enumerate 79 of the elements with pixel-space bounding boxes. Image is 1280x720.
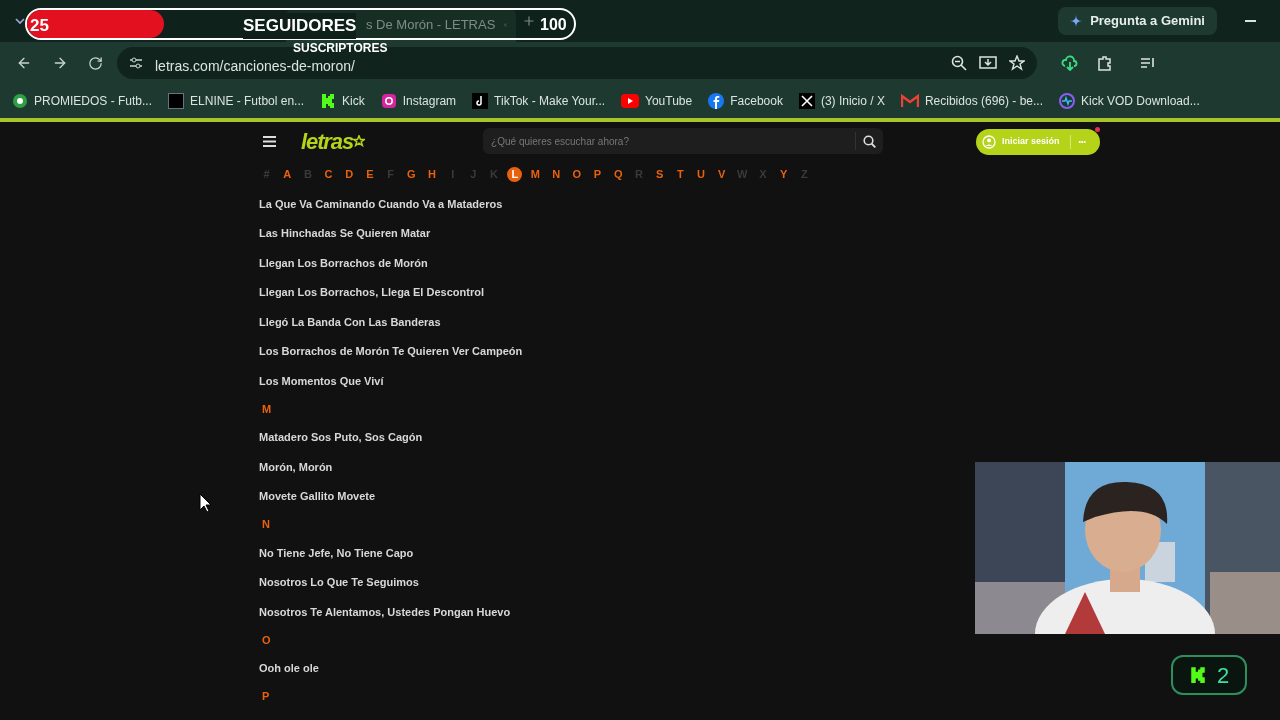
section-letter: P xyxy=(262,689,270,705)
letter-link[interactable]: T xyxy=(672,166,688,182)
song-link[interactable]: Movete Gallito Movete xyxy=(259,488,376,505)
song-link[interactable]: Ooh ole ole xyxy=(259,660,319,677)
letter-link[interactable]: V xyxy=(714,166,730,182)
puzzle-icon[interactable] xyxy=(1097,55,1113,71)
search-icon[interactable] xyxy=(863,134,877,148)
tune-icon xyxy=(129,56,143,70)
back-icon[interactable] xyxy=(16,55,32,71)
letter-link[interactable]: O xyxy=(569,166,585,182)
goal-value: 100 xyxy=(540,15,567,35)
bookmark[interactable]: Kick xyxy=(320,92,365,110)
kick-badge: 2 xyxy=(1171,655,1247,695)
goal-label: SEGUIDORES xyxy=(243,13,357,39)
song-link[interactable]: Los Borrachos de Morón Te Quieren Ver Campeón xyxy=(259,343,523,360)
bookmark[interactable]: (3) Inicio / X xyxy=(798,92,885,110)
bookmark[interactable]: Kick VOD Download... xyxy=(1059,92,1200,110)
cloud-icon[interactable] xyxy=(1061,55,1079,71)
bookmark[interactable]: YouTube xyxy=(621,92,693,110)
song-link[interactable]: La Que Va Caminando Cuando Va a Mataderos xyxy=(259,195,503,212)
bookmark[interactable]: Instagram xyxy=(380,92,457,110)
k-icon xyxy=(1188,666,1207,684)
song-link[interactable]: Las Hinchadas Se Quieren Matar xyxy=(259,225,431,242)
letter-link[interactable]: S xyxy=(652,166,668,182)
letter-link[interactable]: E xyxy=(362,166,378,182)
user-icon xyxy=(982,135,996,149)
cursor-icon xyxy=(199,493,212,513)
ball-icon xyxy=(12,93,28,109)
f-icon xyxy=(708,93,725,109)
search-field[interactable]: ¿Qué quieres escuchar ahora? xyxy=(483,128,884,154)
letter-link[interactable]: P xyxy=(590,166,605,182)
letter-link[interactable]: Q xyxy=(610,166,626,182)
x-icon xyxy=(798,93,815,109)
play-icon xyxy=(621,94,640,108)
letter-link[interactable]: H xyxy=(424,166,440,182)
bookmark[interactable]: TikTok - Make Your... xyxy=(472,92,606,110)
chevron-icon[interactable] xyxy=(14,15,26,27)
letter-link[interactable]: G xyxy=(403,166,419,182)
star-icon[interactable] xyxy=(1009,55,1025,71)
note-icon xyxy=(472,93,489,109)
start-value: 25 xyxy=(30,15,49,37)
reload-icon[interactable] xyxy=(88,55,103,71)
bookmark[interactable]: Facebook xyxy=(708,92,783,110)
new-tab-icon[interactable] xyxy=(522,14,536,28)
site-logo[interactable]: letras xyxy=(301,124,354,158)
zoom-out-icon[interactable] xyxy=(951,55,967,71)
letter-link[interactable]: U xyxy=(693,166,709,182)
wave-icon xyxy=(1059,93,1075,109)
letter-link[interactable]: L xyxy=(507,166,523,182)
song-link[interactable]: Llegan Los Borrachos, Llega El Descontrol xyxy=(259,284,484,301)
letter-link[interactable]: D xyxy=(341,166,357,182)
gemini-button[interactable]: Pregunta a Gemini xyxy=(1058,7,1217,35)
bookmark[interactable]: PROMIEDOS - Futb... xyxy=(12,92,153,110)
song-link[interactable]: Llegan Los Borrachos de Morón xyxy=(259,254,428,271)
k-icon xyxy=(320,93,337,109)
forward-icon[interactable] xyxy=(52,55,68,71)
install-icon[interactable] xyxy=(979,55,997,71)
song-link[interactable]: Los Momentos Que Viví xyxy=(259,372,384,389)
song-link[interactable]: Morón, Morón xyxy=(259,458,333,475)
letter-link[interactable]: C xyxy=(321,166,337,182)
playlist-icon[interactable] xyxy=(1141,57,1155,69)
bookmark[interactable]: ELNINE - Futbol en... xyxy=(168,92,305,110)
letter-link[interactable]: A xyxy=(279,166,295,182)
envelope-icon xyxy=(900,94,919,108)
section-letter: M xyxy=(262,401,272,417)
star-icon xyxy=(353,135,366,147)
song-link[interactable]: Llegó La Banda Con Las Banderas xyxy=(259,313,441,330)
song-link[interactable]: Nosotros Lo Que Te Seguimos xyxy=(259,574,419,591)
menu-icon[interactable] xyxy=(263,135,276,147)
song-link[interactable]: No Tiene Jefe, No Tiene Capo xyxy=(259,544,414,561)
section-letter: N xyxy=(262,517,270,533)
section-letter: O xyxy=(262,632,271,648)
song-link[interactable]: Nosotros Te Alentamos, Ustedes Pongan Huevo xyxy=(259,603,511,620)
song-link[interactable]: Matadero Sos Puto, Sos Cagón xyxy=(259,429,423,446)
letter-link[interactable]: Y xyxy=(776,166,792,182)
camera-icon xyxy=(380,93,397,109)
bookmark[interactable]: Recibidos (696) - be... xyxy=(900,92,1043,110)
letter-link[interactable]: M xyxy=(527,166,543,182)
letter-link[interactable]: N xyxy=(548,166,564,182)
